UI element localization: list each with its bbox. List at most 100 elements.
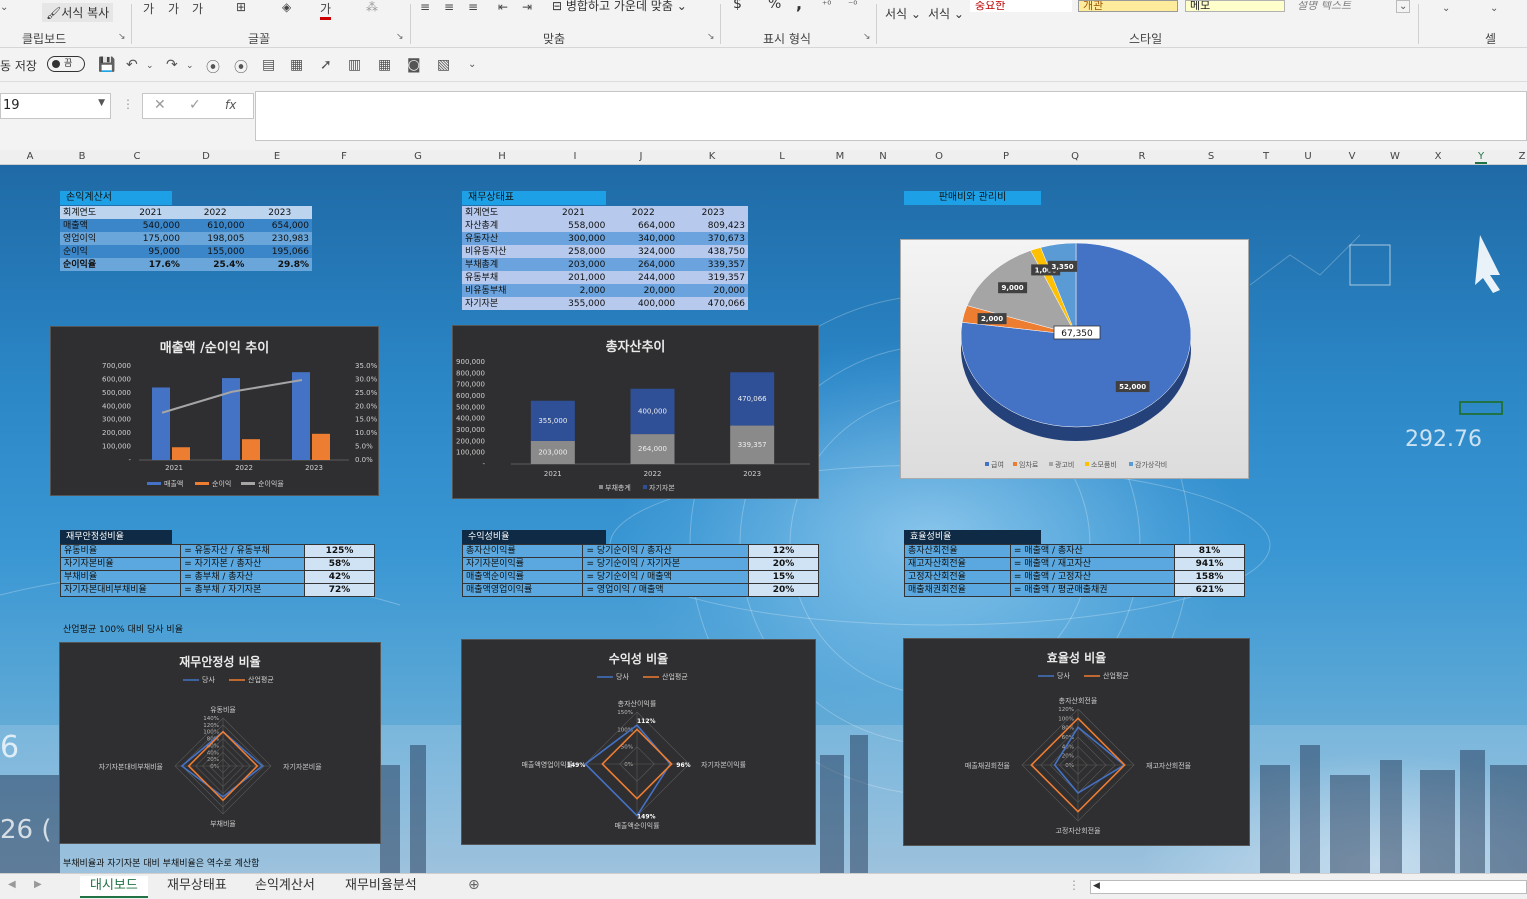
- column-header-b[interactable]: B: [76, 151, 88, 162]
- comma-button[interactable]: ,: [796, 0, 802, 13]
- insert-function-icon[interactable]: fx: [225, 98, 236, 112]
- table-cell[interactable]: 125%: [304, 544, 375, 558]
- active-cell-selector[interactable]: [1459, 401, 1503, 415]
- table-cell[interactable]: 자기자본이익률: [461, 557, 584, 571]
- number-launcher-icon[interactable]: ↘: [863, 32, 871, 42]
- tab-prev-icon[interactable]: ◀: [8, 879, 16, 890]
- table-cell[interactable]: 258,000: [539, 245, 609, 258]
- table-cell[interactable]: 809,423: [678, 219, 748, 232]
- table-cell[interactable]: 25.4%: [183, 258, 248, 271]
- name-box[interactable]: 19 ▼: [0, 93, 111, 119]
- table-cell[interactable]: 58%: [304, 557, 375, 571]
- formula-input[interactable]: [255, 91, 1527, 141]
- table-cell[interactable]: 총자산이익률: [461, 544, 584, 558]
- table-header-cell[interactable]: 2023: [247, 206, 312, 219]
- table-cell[interactable]: 20%: [748, 557, 819, 571]
- table-cell[interactable]: 유동부채: [462, 271, 539, 284]
- table-cell[interactable]: 201,000: [539, 271, 609, 284]
- format-as-table-button[interactable]: 서식 ⌄: [928, 5, 964, 22]
- table-cell[interactable]: 244,000: [608, 271, 678, 284]
- table-cell[interactable]: 비유동자산: [462, 245, 539, 258]
- tab-next-icon[interactable]: ▶: [34, 879, 42, 890]
- table-cell[interactable]: 17.6%: [118, 258, 183, 271]
- table-cell[interactable]: 81%: [1174, 544, 1245, 558]
- table-cell[interactable]: = 당기순이익 / 총자산: [582, 544, 749, 558]
- sheet-tab-3[interactable]: 손익계산서: [245, 876, 325, 898]
- style-cell-2[interactable]: 개관: [1078, 0, 1178, 12]
- column-header-v[interactable]: V: [1346, 151, 1358, 162]
- table-cell[interactable]: 자기자본대비부채비율: [59, 583, 182, 597]
- table-cell[interactable]: = 총부채 / 총자산: [180, 570, 305, 584]
- percent-button[interactable]: %: [768, 0, 781, 12]
- column-header-o[interactable]: O: [933, 151, 945, 162]
- column-header-r[interactable]: R: [1136, 151, 1148, 162]
- phonetic-icon[interactable]: 가: [192, 0, 203, 17]
- undo-icon[interactable]: ↶: [126, 57, 138, 73]
- table-cell[interactable]: 72%: [304, 583, 375, 597]
- add-sheet-icon[interactable]: ⊕: [468, 877, 480, 893]
- table-cell[interactable]: 매출액순이익률: [461, 570, 584, 584]
- table-cell[interactable]: = 매출액 / 평균매출채권: [1009, 583, 1176, 597]
- redo-dropdown-icon[interactable]: ⌄: [186, 61, 194, 71]
- indent-increase-icon[interactable]: ⇥: [522, 0, 532, 14]
- table-header-cell[interactable]: 2023: [678, 206, 748, 219]
- column-header-f[interactable]: F: [338, 151, 350, 162]
- table-header-cell[interactable]: 2022: [183, 206, 248, 219]
- camera-icon[interactable]: ◙: [407, 57, 421, 73]
- redo-icon[interactable]: ↷: [166, 57, 178, 73]
- table-cell[interactable]: = 매출액 / 재고자산: [1009, 557, 1176, 571]
- table-cell[interactable]: 264,000: [608, 258, 678, 271]
- column-header-h[interactable]: H: [496, 151, 508, 162]
- table-cell[interactable]: = 매출액 / 총자산: [1009, 544, 1176, 558]
- option-icon[interactable]: ⦿: [234, 57, 248, 77]
- sales-profit-chart[interactable]: 매출액 /순이익 추이 -100,000 200,000 300,000 400,00…: [50, 326, 379, 496]
- table-cell[interactable]: 175,000: [118, 232, 183, 245]
- sga-pie-chart[interactable]: 52,000 2,000 9,000 1,000 3,350 67,350 급여 임차료 광고비…: [900, 239, 1249, 479]
- table-cell[interactable]: = 자기자본 / 총자산: [180, 557, 305, 571]
- column-header-g[interactable]: G: [412, 151, 424, 162]
- chevron-down-icon[interactable]: ⌄: [0, 2, 8, 13]
- table-cell[interactable]: 400,000: [608, 297, 678, 310]
- font-launcher-icon[interactable]: ↘: [396, 32, 404, 42]
- table-header-cell[interactable]: 회계연도: [462, 206, 539, 219]
- column-header-c[interactable]: C: [131, 151, 143, 162]
- table-cell[interactable]: 340,000: [608, 232, 678, 245]
- table-cell[interactable]: 339,357: [678, 258, 748, 271]
- column-header-y[interactable]: Y: [1475, 151, 1487, 164]
- clipboard-launcher-icon[interactable]: ↘: [118, 32, 126, 42]
- format-icon[interactable]: ▧: [437, 57, 450, 73]
- table-cell[interactable]: 654,000: [247, 219, 312, 232]
- table-cell[interactable]: 고정자산회전율: [904, 570, 1011, 584]
- table-cell[interactable]: = 당기순이익 / 자기자본: [582, 557, 749, 571]
- table-cell[interactable]: = 영업이익 / 매출액: [582, 583, 749, 597]
- table-edit-icon[interactable]: ▦: [290, 57, 303, 73]
- column-header-p[interactable]: P: [1000, 151, 1012, 162]
- table-cell[interactable]: 부채비율: [59, 570, 182, 584]
- table-cell[interactable]: 부채총계: [462, 258, 539, 271]
- table-cell[interactable]: 20%: [748, 583, 819, 597]
- sheet-tab-1[interactable]: 대시보드: [80, 876, 148, 898]
- table-cell[interactable]: 355,000: [539, 297, 609, 310]
- column-header-j[interactable]: J: [635, 151, 647, 162]
- table-cell[interactable]: 203,000: [539, 258, 609, 271]
- column-header-w[interactable]: W: [1389, 151, 1401, 162]
- column-header-l[interactable]: L: [776, 151, 788, 162]
- layout-icon[interactable]: ▦: [378, 57, 391, 73]
- table-cell[interactable]: = 총부채 / 자기자본: [180, 583, 305, 597]
- table-cell[interactable]: 15%: [748, 570, 819, 584]
- autosave-toggle[interactable]: 끔: [47, 56, 85, 72]
- stability-radar-chart[interactable]: 재무안정성 비율 0% 20% 40% 60% 80% 100% 120% 140% 유동비율 자…: [59, 642, 381, 844]
- fill-color-icon[interactable]: ◈: [282, 0, 291, 14]
- table-cell[interactable]: 198,005: [183, 232, 248, 245]
- phonetic-guide-icon[interactable]: ⁂: [366, 0, 378, 14]
- table-header-cell[interactable]: 2022: [608, 206, 678, 219]
- table-cell[interactable]: = 유동자산 / 유동부채: [180, 544, 305, 558]
- customize-qat-icon[interactable]: ⌄: [468, 59, 476, 70]
- column-header-n[interactable]: N: [877, 151, 889, 162]
- table-cell[interactable]: 664,000: [608, 219, 678, 232]
- table-cell[interactable]: 941%: [1174, 557, 1245, 571]
- table-cell[interactable]: 20,000: [678, 284, 748, 297]
- table-cell[interactable]: 158%: [1174, 570, 1245, 584]
- decimal-increase-icon[interactable]: ⁺⁰: [822, 0, 831, 11]
- table-cell[interactable]: 매출액: [60, 219, 118, 232]
